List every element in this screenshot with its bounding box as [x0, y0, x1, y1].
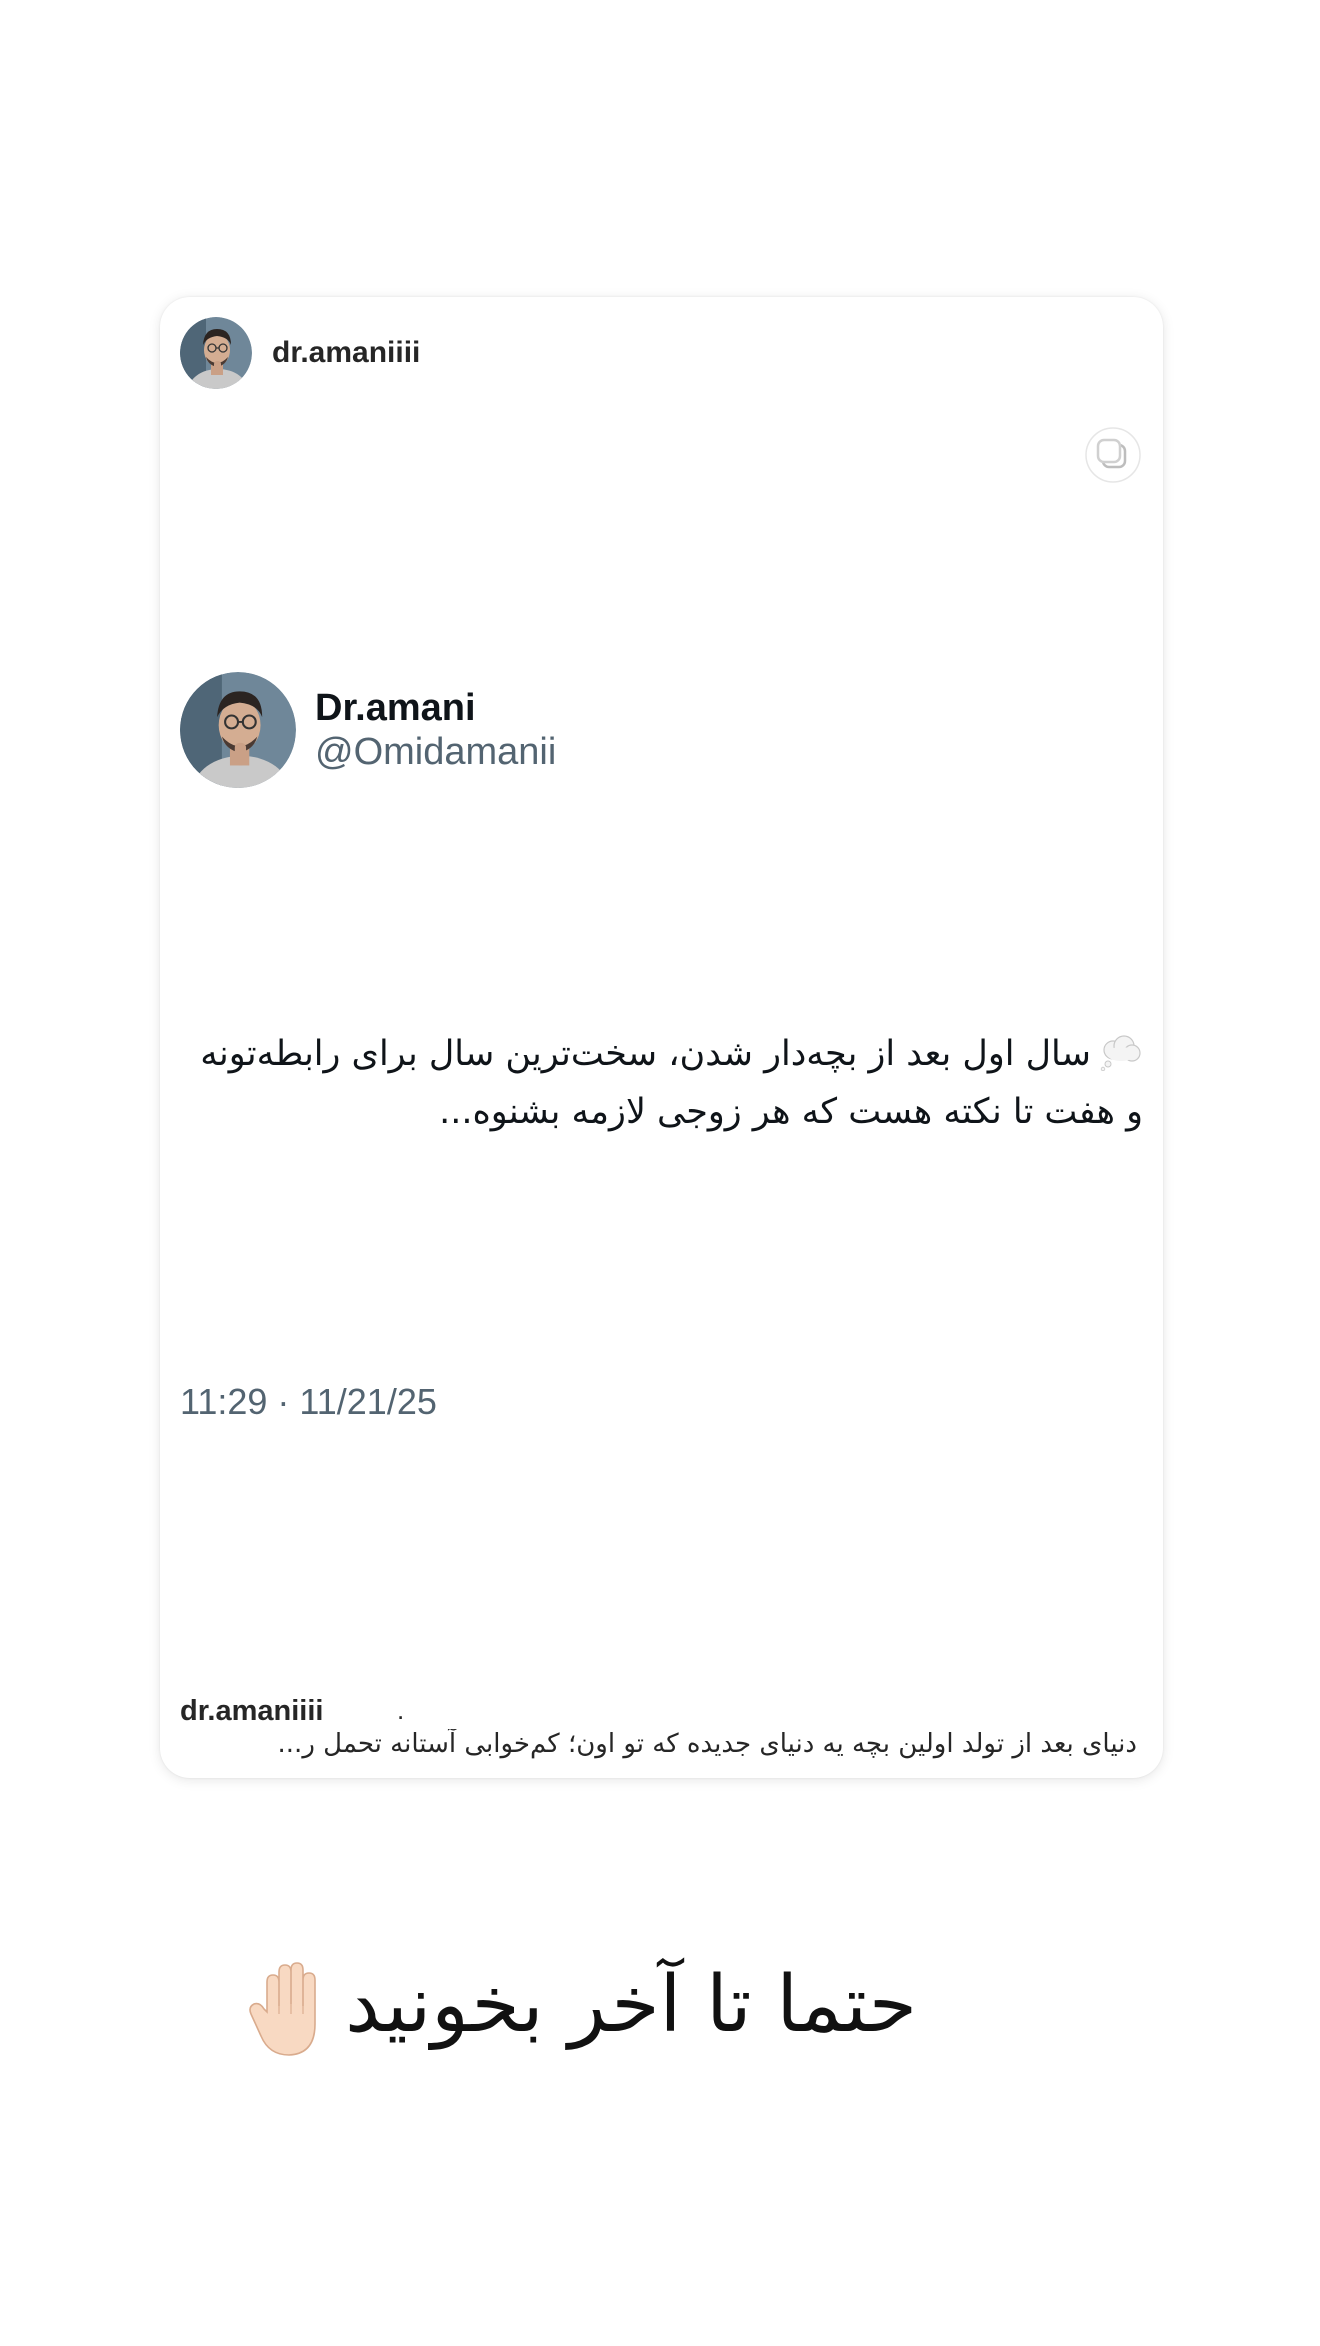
carousel-icon: [1085, 427, 1141, 483]
tweet-avatar: [180, 672, 296, 788]
story-page: dr.amaniiii Dr.amani @Omidamanii سال اول…: [0, 0, 1320, 2346]
tweet-body: سال اول بعد از بچه‌دار شدن، سخت‌ترین سال…: [198, 1025, 1143, 1141]
tweet-text: سال اول بعد از بچه‌دار شدن، سخت‌ترین سال…: [200, 1034, 1143, 1132]
thought-balloon-icon: [1100, 1035, 1141, 1071]
post-card[interactable]: dr.amaniiii Dr.amani @Omidamanii سال اول…: [160, 297, 1163, 1778]
post-username[interactable]: dr.amaniiii: [272, 336, 420, 370]
post-caption[interactable]: دنیای بعد از تولد اولین بچه یه دنیای جدی…: [180, 1729, 1137, 1759]
footer-separator: .: [397, 1695, 405, 1725]
tweet-display-name: Dr.amani: [315, 687, 476, 729]
footer-username[interactable]: dr.amaniiii: [180, 1695, 323, 1728]
tweet-timestamp: 11:29 · 11/21/25: [180, 1381, 437, 1422]
story-text-overlay: حتما تا آخر بخونید: [0, 1950, 1320, 2060]
user-avatar[interactable]: [180, 317, 252, 389]
tweet-author: Dr.amani @Omidamanii: [180, 672, 556, 788]
tweet-handle: @Omidamanii: [315, 731, 557, 773]
raised-hand-icon: [249, 1962, 316, 2056]
overlay-text: حتما تا آخر بخونید: [345, 1960, 917, 2050]
tweet-names: Dr.amani @Omidamanii: [315, 686, 556, 774]
post-header: dr.amaniiii: [180, 317, 420, 389]
